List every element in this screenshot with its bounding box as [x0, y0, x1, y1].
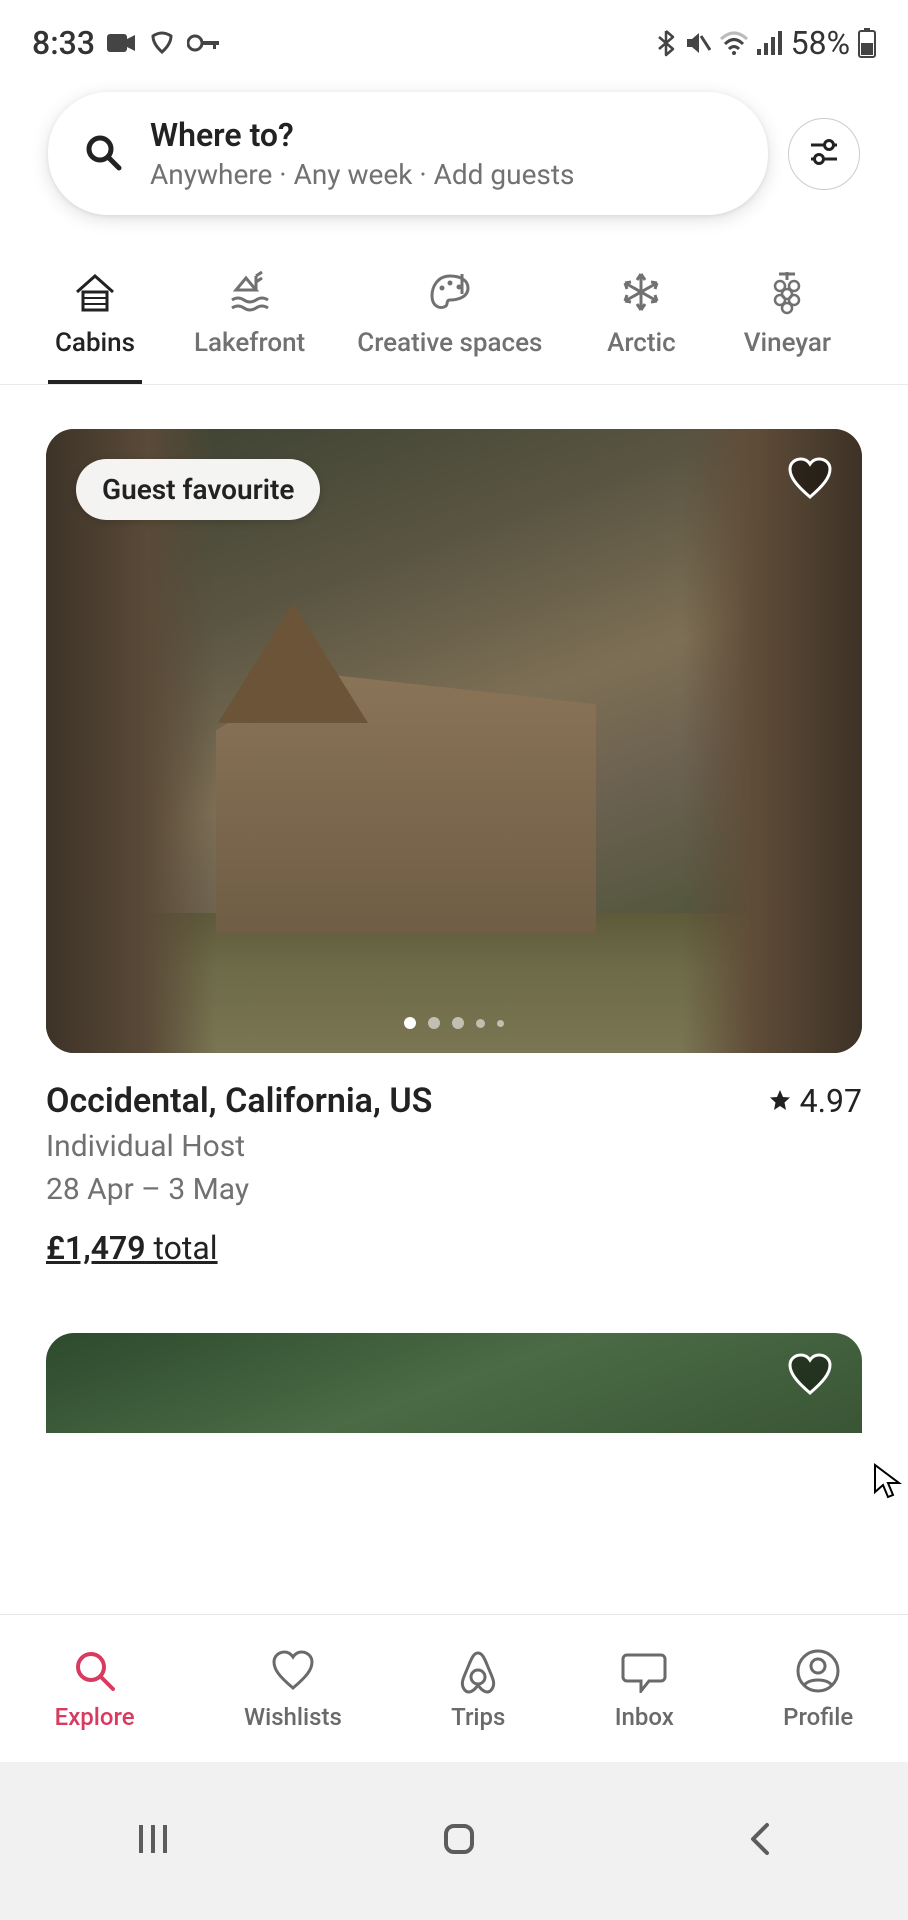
android-nav-bar — [0, 1762, 908, 1920]
palette-icon — [426, 268, 474, 316]
category-label: Arctic — [607, 328, 676, 358]
guest-favourite-badge: Guest favourite — [76, 459, 320, 520]
category-vineyards[interactable]: Vineyar — [740, 268, 834, 384]
recents-button[interactable] — [133, 1819, 173, 1863]
search-area: Where to? Anywhere · Any week · Add gues… — [0, 80, 908, 240]
app-icon — [149, 30, 175, 56]
profile-icon — [795, 1647, 841, 1695]
search-icon — [73, 1647, 117, 1695]
listing-host: Individual Host — [46, 1129, 862, 1164]
grapes-icon — [763, 268, 811, 316]
lakefront-icon — [226, 268, 274, 316]
search-icon — [84, 133, 122, 175]
key-icon — [187, 33, 221, 53]
listing-rating: 4.97 — [768, 1082, 862, 1120]
category-lakefront[interactable]: Lakefront — [194, 268, 305, 384]
back-button[interactable] — [745, 1819, 775, 1863]
battery-percent: 58% — [791, 24, 850, 62]
status-time: 8:33 — [32, 24, 95, 62]
tab-profile[interactable]: Profile — [783, 1647, 853, 1731]
listing-title: Occidental, California, US — [46, 1081, 432, 1121]
wishlist-heart-button[interactable] — [786, 457, 834, 505]
category-label: Vineyar — [744, 328, 831, 358]
airbnb-icon — [456, 1647, 500, 1695]
tab-label: Profile — [783, 1703, 853, 1731]
snowflake-icon — [617, 268, 665, 316]
listing-price: £1,479 total — [46, 1229, 862, 1267]
category-arctic[interactable]: Arctic — [594, 268, 688, 384]
cabin-icon — [71, 268, 119, 316]
listing-dates: 28 Apr – 3 May — [46, 1172, 862, 1207]
tab-inbox[interactable]: Inbox — [615, 1647, 674, 1731]
wifi-icon — [719, 31, 749, 55]
listing-feed: Guest favourite Occidental, California, … — [0, 385, 908, 1433]
category-label: Cabins — [55, 328, 135, 358]
cursor-icon — [872, 1462, 904, 1506]
listing-info[interactable]: Occidental, California, US 4.97 Individu… — [46, 1053, 862, 1267]
listing-photo[interactable]: Guest favourite — [46, 429, 862, 1053]
category-label: Lakefront — [194, 328, 305, 358]
category-tabs: Cabins Lakefront Creative spaces Arctic … — [0, 240, 908, 385]
battery-icon — [858, 28, 876, 58]
filter-icon — [807, 135, 841, 172]
search-pill[interactable]: Where to? Anywhere · Any week · Add gues… — [48, 92, 768, 215]
signal-icon — [757, 31, 783, 55]
tab-trips[interactable]: Trips — [451, 1647, 505, 1731]
heart-icon — [270, 1647, 316, 1695]
tab-label: Trips — [451, 1703, 505, 1731]
status-bar: 8:33 58% — [0, 0, 908, 80]
filter-button[interactable] — [788, 118, 860, 190]
search-title: Where to? — [150, 116, 574, 154]
wishlist-heart-button[interactable] — [786, 1353, 834, 1401]
camera-icon — [107, 32, 137, 54]
star-icon — [768, 1082, 792, 1120]
tab-explore[interactable]: Explore — [55, 1647, 135, 1731]
bluetooth-icon — [657, 29, 675, 57]
tab-label: Inbox — [615, 1703, 674, 1731]
home-button[interactable] — [439, 1819, 479, 1863]
tab-label: Explore — [55, 1703, 135, 1731]
listing-photo-next[interactable] — [46, 1333, 862, 1433]
tab-label: Wishlists — [244, 1703, 342, 1731]
bottom-tab-bar: Explore Wishlists Trips Inbox Profile — [0, 1614, 908, 1762]
tab-wishlists[interactable]: Wishlists — [244, 1647, 342, 1731]
mute-icon — [683, 30, 711, 56]
photo-pager — [404, 1017, 504, 1029]
category-creative[interactable]: Creative spaces — [357, 268, 542, 384]
chat-icon — [621, 1647, 667, 1695]
category-label: Creative spaces — [357, 328, 542, 358]
category-cabins[interactable]: Cabins — [48, 268, 142, 384]
search-subtitle: Anywhere · Any week · Add guests — [150, 158, 574, 191]
rating-value: 4.97 — [800, 1082, 862, 1120]
